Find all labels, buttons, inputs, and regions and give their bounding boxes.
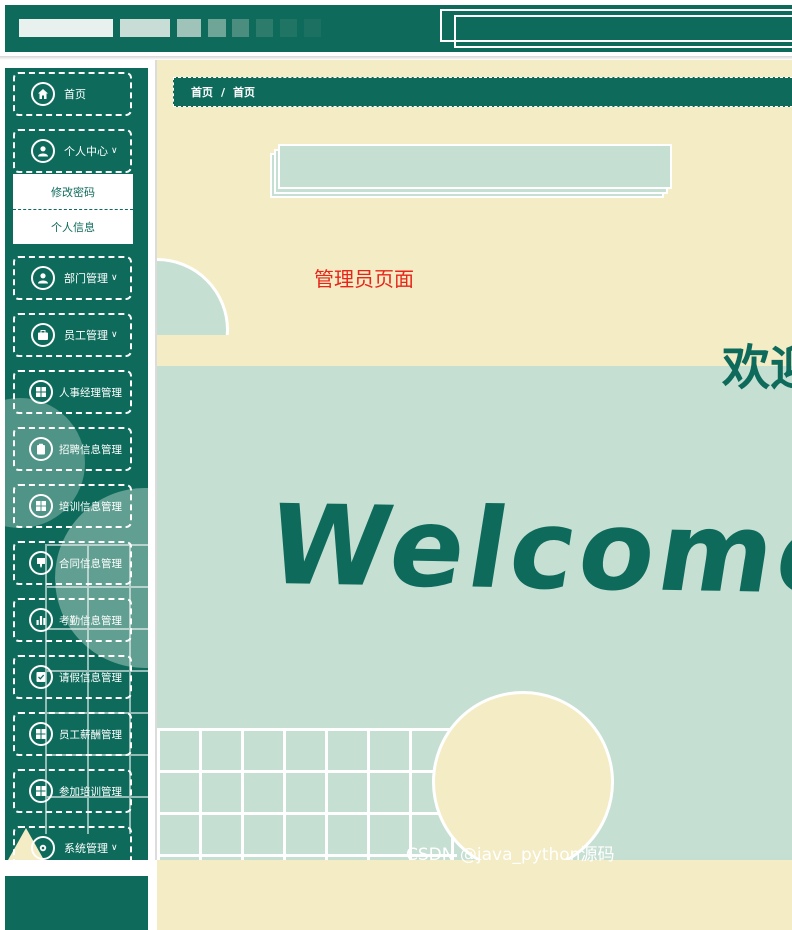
chevron-down-icon: ∨ bbox=[111, 330, 118, 340]
breadcrumb: 首页 / 首页 bbox=[173, 77, 792, 107]
chevron-down-icon: ∨ bbox=[111, 843, 118, 853]
header-deco-frame bbox=[454, 15, 792, 48]
contract-icon bbox=[29, 551, 53, 575]
header-deco-block bbox=[280, 19, 297, 37]
settings-icon bbox=[31, 836, 55, 860]
sidebar-item-department[interactable]: 部门管理 ∨ bbox=[13, 256, 132, 300]
submenu-personal-center: 修改密码 个人信息 bbox=[13, 174, 133, 244]
sidebar-item-attendance[interactable]: 考勤信息管理 bbox=[13, 598, 132, 642]
sidebar-item-label: 人事经理管理 bbox=[59, 386, 122, 399]
sidebar-item-leave[interactable]: 请假信息管理 bbox=[13, 655, 132, 699]
grid-icon bbox=[29, 494, 53, 518]
sidebar-item-label: 请假信息管理 bbox=[59, 671, 122, 684]
sidebar-item-label: 考勤信息管理 bbox=[59, 614, 122, 627]
deco-card bbox=[278, 144, 672, 189]
welcome-title-en: Welcome bbox=[259, 480, 792, 620]
user-icon bbox=[31, 266, 55, 290]
check-doc-icon bbox=[29, 665, 53, 689]
submenu-item-change-password[interactable]: 修改密码 bbox=[13, 174, 133, 209]
sidebar-item-label: 招聘信息管理 bbox=[59, 443, 122, 456]
bar-chart-icon bbox=[29, 608, 53, 632]
sidebar-item-home[interactable]: 首页 bbox=[13, 72, 132, 116]
home-icon bbox=[31, 82, 55, 106]
admin-page-label: 管理员页面 bbox=[314, 267, 414, 291]
header-logo-bar bbox=[19, 19, 113, 37]
sidebar-item-label: 系统管理 bbox=[64, 842, 108, 855]
sidebar-item-label: 部门管理 bbox=[64, 272, 108, 285]
sidebar-item-employee[interactable]: 员工管理 ∨ bbox=[13, 313, 132, 357]
chevron-down-icon: ∨ bbox=[111, 273, 118, 283]
main-content: 首页 / 首页 管理员页面 Welcome 欢迎 bbox=[157, 60, 792, 930]
submenu-item-personal-info[interactable]: 个人信息 bbox=[13, 209, 133, 244]
breadcrumb-separator: / bbox=[221, 85, 226, 99]
sidebar-item-label: 培训信息管理 bbox=[59, 500, 122, 513]
sidebar-item-label: 个人中心 bbox=[64, 145, 108, 158]
watermark: CSDN @java_python源码 bbox=[406, 845, 615, 865]
sidebar-bottom-block bbox=[5, 876, 148, 930]
breadcrumb-item-current: 首页 bbox=[233, 86, 256, 99]
sidebar-item-system[interactable]: 系统管理 ∨ bbox=[13, 826, 132, 860]
grid-icon bbox=[29, 722, 53, 746]
sidebar-item-label: 首页 bbox=[64, 88, 86, 101]
welcome-title-cn: 欢迎 bbox=[722, 340, 792, 396]
top-header bbox=[5, 5, 792, 52]
sidebar-item-personal-center[interactable]: 个人中心 ∨ bbox=[13, 129, 132, 173]
sidebar-item-label: 员工管理 bbox=[64, 329, 108, 342]
header-deco-block bbox=[177, 19, 201, 37]
clipboard-icon bbox=[29, 437, 53, 461]
header-deco-block bbox=[232, 19, 249, 37]
sidebar-item-hr-manager[interactable]: 人事经理管理 bbox=[13, 370, 132, 414]
header-deco-block bbox=[120, 19, 170, 37]
header-deco-block bbox=[208, 19, 226, 37]
breadcrumb-item-home[interactable]: 首页 bbox=[191, 84, 213, 100]
welcome-panel: Welcome bbox=[157, 366, 792, 860]
deco-circle bbox=[432, 691, 614, 860]
header-deco-block bbox=[304, 19, 321, 37]
sidebar-item-label: 员工薪酬管理 bbox=[59, 728, 122, 741]
sidebar-item-contract[interactable]: 合同信息管理 bbox=[13, 541, 132, 585]
grid-icon bbox=[29, 380, 53, 404]
user-icon bbox=[31, 139, 55, 163]
grid-icon bbox=[29, 779, 53, 803]
header-deco-block bbox=[256, 19, 273, 37]
sidebar: 首页 个人中心 ∨ 修改密码 个人信息 部门管理 ∨ 员工管理 ∨ 人事经理管理… bbox=[5, 68, 148, 860]
sidebar-item-recruitment[interactable]: 招聘信息管理 bbox=[13, 427, 132, 471]
sidebar-item-training-info[interactable]: 培训信息管理 bbox=[13, 484, 132, 528]
sidebar-item-salary[interactable]: 员工薪酬管理 bbox=[13, 712, 132, 756]
chevron-down-icon: ∨ bbox=[111, 146, 118, 156]
sidebar-item-label: 合同信息管理 bbox=[59, 557, 122, 570]
sidebar-item-training-participation[interactable]: 参加培训管理 bbox=[13, 769, 132, 813]
sidebar-item-label: 参加培训管理 bbox=[59, 785, 122, 798]
briefcase-icon bbox=[31, 323, 55, 347]
